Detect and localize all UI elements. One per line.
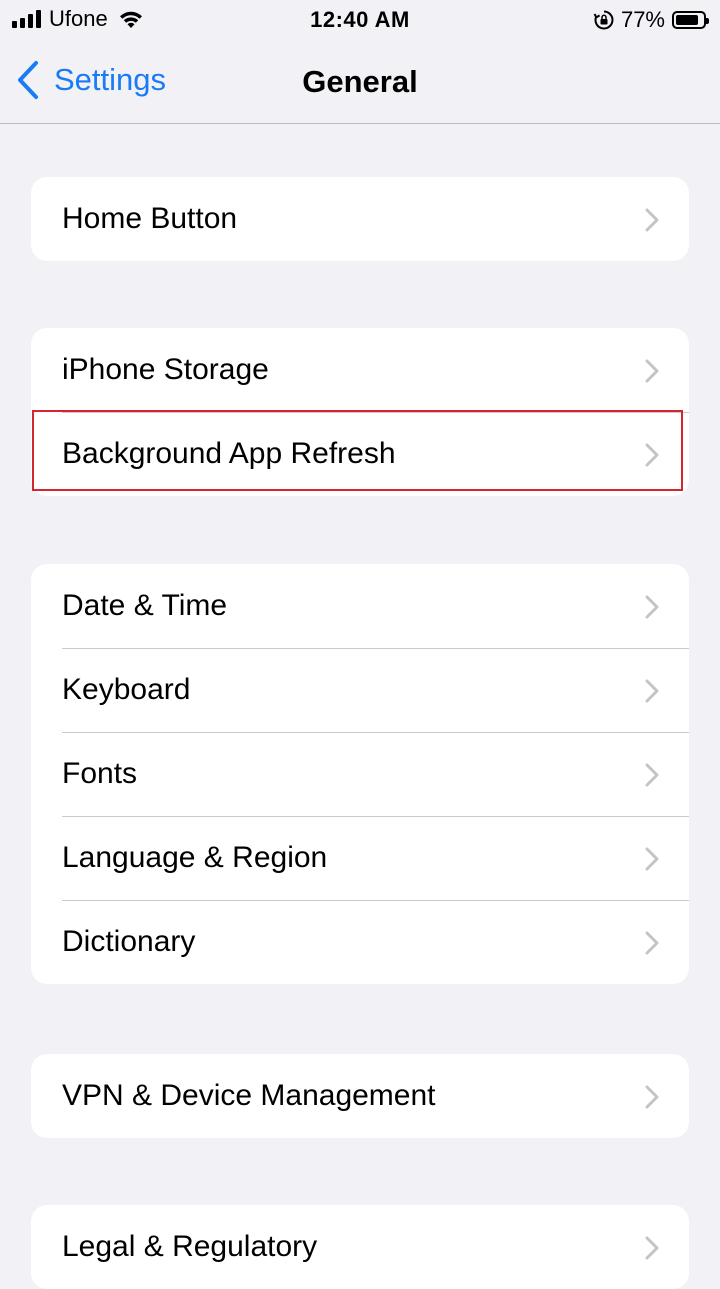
list-item-date-time[interactable]: Date & Time xyxy=(31,564,689,648)
status-right: 77% xyxy=(593,7,709,33)
list-item-label: Legal & Regulatory xyxy=(62,1230,318,1263)
list-item-label: Background App Refresh xyxy=(62,437,396,470)
chevron-right-icon xyxy=(645,359,659,383)
chevron-right-icon xyxy=(645,1236,659,1260)
chevron-right-icon xyxy=(645,443,659,467)
battery-icon xyxy=(672,11,709,29)
list-item-label: Fonts xyxy=(62,757,138,790)
list-item-vpn-device-management[interactable]: VPN & Device Management xyxy=(31,1054,689,1138)
chevron-right-icon xyxy=(645,1085,659,1109)
settings-group-home: Home Button xyxy=(31,177,689,261)
chevron-right-icon xyxy=(645,931,659,955)
chevron-right-icon xyxy=(645,847,659,871)
list-item-label: VPN & Device Management xyxy=(62,1079,436,1112)
chevron-right-icon xyxy=(645,679,659,703)
settings-group-locale: Date & Time Keyboard Fonts Language & Re… xyxy=(31,564,689,984)
list-item-label: Language & Region xyxy=(62,841,328,874)
list-item-legal-regulatory[interactable]: Legal & Regulatory xyxy=(31,1205,689,1289)
list-item-label: Keyboard xyxy=(62,673,191,706)
list-item-label: Home Button xyxy=(62,202,238,235)
list-item-label: Dictionary xyxy=(62,925,196,958)
settings-group-storage: iPhone Storage Background App Refresh xyxy=(31,328,689,496)
page-title: General xyxy=(302,64,418,99)
rotation-lock-icon xyxy=(593,10,614,30)
list-item-label: Date & Time xyxy=(62,589,228,622)
chevron-right-icon xyxy=(645,763,659,787)
list-item-label: iPhone Storage xyxy=(62,353,269,386)
list-item-home-button[interactable]: Home Button xyxy=(31,177,689,261)
chevron-right-icon xyxy=(645,595,659,619)
list-item-background-app-refresh[interactable]: Background App Refresh xyxy=(31,412,689,496)
list-item-fonts[interactable]: Fonts xyxy=(31,732,689,816)
status-bar: Ufone 12:40 AM 77% xyxy=(0,0,720,40)
navigation-bar: Settings General xyxy=(0,40,720,124)
list-item-iphone-storage[interactable]: iPhone Storage xyxy=(31,328,689,412)
list-item-language-region[interactable]: Language & Region xyxy=(31,816,689,900)
list-item-dictionary[interactable]: Dictionary xyxy=(31,900,689,984)
list-item-keyboard[interactable]: Keyboard xyxy=(31,648,689,732)
settings-group-vpn: VPN & Device Management xyxy=(31,1054,689,1138)
chevron-right-icon xyxy=(645,208,659,232)
settings-group-legal: Legal & Regulatory xyxy=(31,1205,689,1289)
battery-percent: 77% xyxy=(620,7,665,32)
